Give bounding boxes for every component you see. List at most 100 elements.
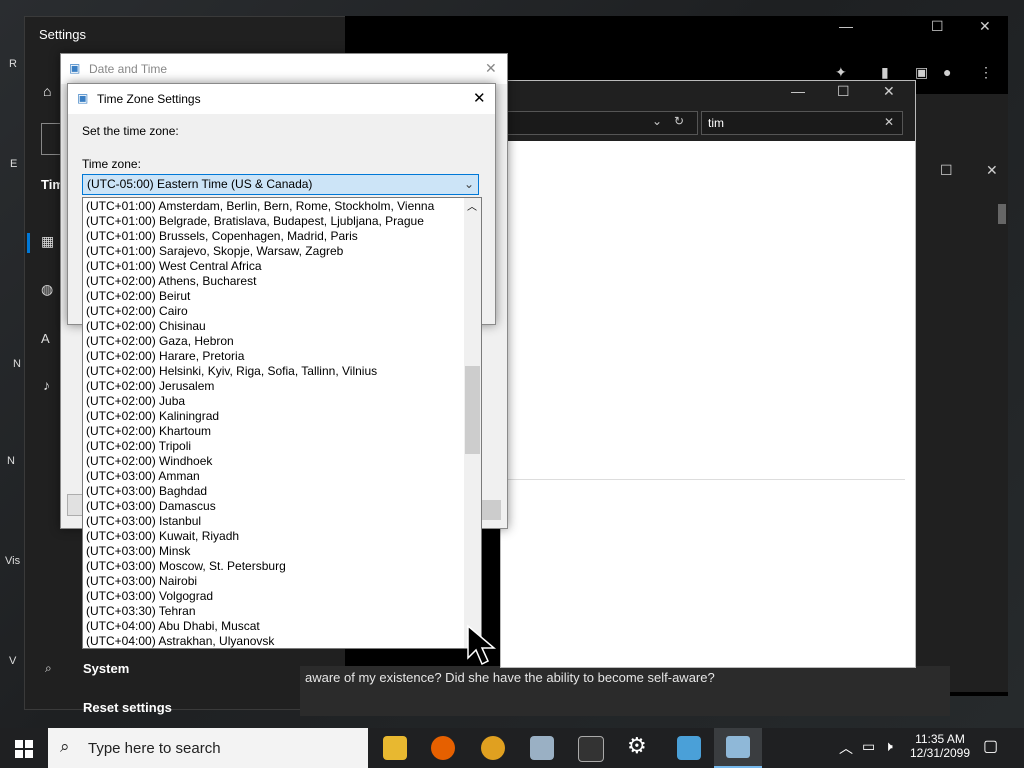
- time-zone-option[interactable]: (UTC+01:00) Brussels, Copenhagen, Madrid…: [83, 229, 465, 244]
- time-zone-option[interactable]: (UTC+02:00) Juba: [83, 394, 465, 409]
- profile-icon[interactable]: ●: [943, 64, 951, 80]
- time-zone-option[interactable]: (UTC+02:00) Harare, Pretoria: [83, 349, 465, 364]
- windows-start-icon[interactable]: [15, 740, 33, 758]
- clear-icon[interactable]: ✕: [884, 115, 894, 129]
- minimize-icon[interactable]: —: [791, 83, 805, 99]
- refresh-icon[interactable]: ↻: [674, 114, 684, 128]
- extension-icon[interactable]: ✦: [835, 64, 847, 81]
- date-time-taskbar-button[interactable]: [714, 728, 762, 768]
- time-zone-option[interactable]: (UTC+03:00) Minsk: [83, 544, 465, 559]
- dropdown-scrollbar[interactable]: ︿ ﹀: [464, 198, 481, 648]
- time-zone-option[interactable]: (UTC+02:00) Beirut: [83, 289, 465, 304]
- divider: [501, 479, 905, 480]
- time-zone-option[interactable]: (UTC+03:00) Istanbul: [83, 514, 465, 529]
- clock-time: 11:35 AM: [915, 732, 965, 746]
- chevron-down-icon[interactable]: ⌄: [464, 175, 474, 194]
- scrollbar-thumb[interactable]: [998, 204, 1006, 224]
- maximize-icon[interactable]: ☐: [837, 83, 850, 100]
- time-zone-label: Time zone:: [82, 157, 141, 171]
- home-icon[interactable]: ⌂: [43, 83, 51, 99]
- file-explorer-icon[interactable]: [383, 736, 407, 760]
- address-bar[interactable]: ⌄ ↻: [501, 111, 698, 135]
- clock-date: 12/31/2099: [909, 746, 971, 760]
- chat-message: aware of my existence? Did she have the …: [305, 670, 715, 685]
- close-icon[interactable]: ✕: [986, 162, 998, 179]
- dialog-title: Time Zone Settings: [97, 92, 201, 106]
- time-zone-option[interactable]: (UTC+02:00) Helsinki, Kyiv, Riga, Sofia,…: [83, 364, 465, 379]
- search-value: tim: [708, 116, 724, 130]
- language-icon[interactable]: A: [41, 331, 50, 346]
- time-zone-option[interactable]: (UTC+03:00) Amman: [83, 469, 465, 484]
- time-zone-option[interactable]: (UTC+03:30) Tehran: [83, 604, 465, 619]
- firefox-icon[interactable]: [431, 736, 455, 760]
- desktop-icon-label[interactable]: E: [10, 158, 17, 170]
- chevron-up-icon[interactable]: ︿: [467, 198, 477, 213]
- desktop-icon-label[interactable]: R: [9, 58, 17, 70]
- time-zone-option[interactable]: (UTC+02:00) Tripoli: [83, 439, 465, 454]
- calendar-icon[interactable]: ▦: [41, 233, 54, 250]
- search-placeholder: Type here to search: [88, 740, 221, 757]
- clock-icon: ▣: [77, 91, 89, 105]
- microphone-icon[interactable]: ♪: [43, 377, 50, 393]
- globe-icon[interactable]: ◍: [41, 281, 53, 298]
- time-zone-option[interactable]: (UTC+03:00) Damascus: [83, 499, 465, 514]
- time-zone-titlebar: ▣ Time Zone Settings ✕: [68, 84, 495, 114]
- time-zone-options: (UTC+01:00) Amsterdam, Berlin, Bern, Rom…: [83, 199, 465, 648]
- time-zone-option[interactable]: (UTC+02:00) Khartoum: [83, 424, 465, 439]
- time-zone-option[interactable]: (UTC+02:00) Windhoek: [83, 454, 465, 469]
- settings-nav-reset[interactable]: Reset settings: [83, 700, 172, 715]
- desktop-icon-label[interactable]: V: [9, 655, 16, 667]
- desktop-icon-label[interactable]: Vis: [5, 555, 20, 567]
- close-icon[interactable]: ✕: [979, 18, 991, 35]
- time-zone-option[interactable]: (UTC+03:00) Moscow, St. Petersburg: [83, 559, 465, 574]
- search-icon: ⌕: [45, 661, 52, 675]
- chevron-down-icon[interactable]: ⌄: [652, 114, 662, 128]
- time-zone-option[interactable]: (UTC+03:00) Nairobi: [83, 574, 465, 589]
- time-zone-option[interactable]: (UTC+02:00) Athens, Bucharest: [83, 274, 465, 289]
- maximize-icon[interactable]: ☐: [940, 162, 953, 179]
- taskbar-search-box[interactable]: ⌕ Type here to search: [48, 728, 368, 768]
- time-zone-option[interactable]: (UTC+02:00) Cairo: [83, 304, 465, 319]
- gear-icon[interactable]: ⚙: [627, 733, 647, 759]
- time-zone-dropdown-list[interactable]: (UTC+01:00) Amsterdam, Berlin, Bern, Rom…: [82, 197, 482, 649]
- time-zone-option[interactable]: (UTC+03:00) Kuwait, Riyadh: [83, 529, 465, 544]
- settings-nav-system[interactable]: System: [83, 661, 129, 676]
- chevron-up-icon[interactable]: ︿: [839, 738, 853, 758]
- time-zone-option[interactable]: (UTC+04:00) Abu Dhabi, Muscat: [83, 619, 465, 634]
- taskbar-clock[interactable]: 11:35 AM 12/31/2099: [906, 732, 974, 760]
- volume-icon[interactable]: 🕨: [884, 738, 893, 755]
- time-zone-option[interactable]: (UTC+01:00) West Central Africa: [83, 259, 465, 274]
- search-input[interactable]: tim ✕: [701, 111, 903, 135]
- desktop-icon-label[interactable]: N: [13, 358, 21, 370]
- time-zone-option[interactable]: (UTC+01:00) Amsterdam, Berlin, Bern, Rom…: [83, 199, 465, 214]
- taskbar: ⌕ Type here to search ⚙ ︿ ▭ 🕨 11:35 AM 1…: [0, 728, 1024, 768]
- time-zone-option[interactable]: (UTC+04:00) Astrakhan, Ulyanovsk: [83, 634, 465, 648]
- time-zone-option[interactable]: (UTC+03:00) Volgograd: [83, 589, 465, 604]
- nav-selection-indicator: [27, 233, 30, 253]
- terminal-icon[interactable]: [578, 736, 604, 762]
- pin-icon[interactable]: ▮: [881, 64, 889, 81]
- network-icon[interactable]: ▭: [862, 738, 875, 755]
- time-zone-option[interactable]: (UTC+02:00) Kaliningrad: [83, 409, 465, 424]
- time-zone-option[interactable]: (UTC+03:00) Baghdad: [83, 484, 465, 499]
- time-zone-combobox[interactable]: (UTC-05:00) Eastern Time (US & Canada) ⌄: [82, 174, 479, 195]
- time-zone-option[interactable]: (UTC+02:00) Chisinau: [83, 319, 465, 334]
- explorer-toolbar: — ☐ ✕ ⌄ ↻ tim ✕: [501, 81, 915, 141]
- close-icon[interactable]: ✕: [485, 60, 497, 77]
- sidepanel-icon[interactable]: ▣: [915, 64, 928, 81]
- maximize-icon[interactable]: ☐: [931, 18, 944, 35]
- close-icon[interactable]: ✕: [883, 83, 895, 100]
- notification-icon[interactable]: ▢: [983, 736, 998, 756]
- menu-icon[interactable]: ⋮: [979, 64, 993, 81]
- time-zone-option[interactable]: (UTC+02:00) Gaza, Hebron: [83, 334, 465, 349]
- close-icon[interactable]: ✕: [473, 89, 486, 107]
- desktop-icon-label[interactable]: N: [7, 455, 15, 467]
- minimize-icon[interactable]: —: [839, 18, 853, 34]
- time-zone-option[interactable]: (UTC+01:00) Sarajevo, Skopje, Warsaw, Za…: [83, 244, 465, 259]
- time-zone-option[interactable]: (UTC+01:00) Belgrade, Bratislava, Budape…: [83, 214, 465, 229]
- control-panel-icon[interactable]: [677, 736, 701, 760]
- time-zone-option[interactable]: (UTC+02:00) Jerusalem: [83, 379, 465, 394]
- chrome-icon[interactable]: [481, 736, 505, 760]
- scrollbar-thumb[interactable]: [465, 366, 480, 454]
- app-icon[interactable]: [530, 736, 554, 760]
